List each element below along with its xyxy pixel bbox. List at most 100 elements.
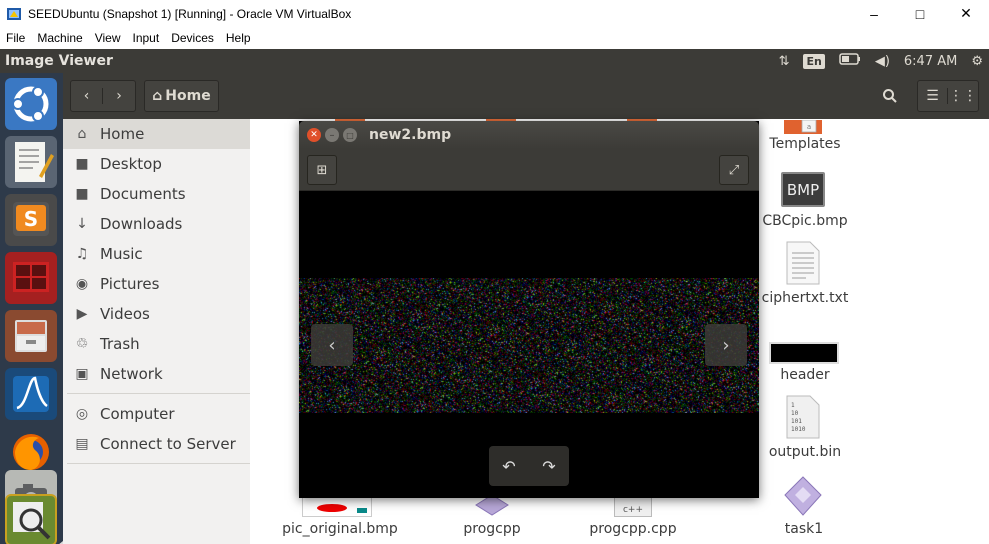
svg-text:1010: 1010: [791, 426, 806, 433]
sidebar-item-computer[interactable]: ◎ Computer: [63, 399, 250, 429]
gallery-toggle-icon[interactable]: ⊞: [307, 155, 337, 185]
battery-icon[interactable]: [839, 53, 861, 69]
maximize-button[interactable]: □: [897, 0, 943, 27]
forward-arrow-icon[interactable]: ›: [103, 88, 135, 104]
keyboard-layout-indicator[interactable]: En: [803, 53, 825, 69]
close-icon[interactable]: ✕: [307, 128, 321, 142]
home-icon: ⌂: [77, 126, 87, 142]
server-icon: ▤: [75, 436, 89, 452]
pic-original-thumbnail[interactable]: [302, 495, 372, 517]
image-viewer-titlebar: ✕ – □ new2.bmp: [299, 121, 759, 149]
close-window-button[interactable]: ✕: [943, 0, 989, 27]
virtualbox-app-icon: [6, 6, 22, 22]
sidebar-item-label: Trash: [100, 335, 140, 353]
rotate-left-icon[interactable]: ↶: [502, 457, 515, 476]
bmp-badge: BMP: [786, 180, 820, 199]
previous-image-button[interactable]: ‹: [311, 324, 353, 366]
folder-icon: ■: [75, 186, 89, 202]
menu-devices[interactable]: Devices: [165, 31, 220, 45]
grid-view-icon[interactable]: ⋮⋮: [948, 88, 978, 104]
fullscreen-icon[interactable]: ⤢: [719, 155, 749, 185]
sidebar-item-label: Downloads: [100, 215, 183, 233]
file-label-task1[interactable]: task1: [744, 521, 864, 537]
files-app-icon[interactable]: [5, 310, 57, 362]
sidebar-item-label: Home: [100, 125, 145, 143]
sidebar-item-pictures[interactable]: ◉ Pictures: [63, 269, 250, 299]
sidebar-item-label: Music: [100, 245, 143, 263]
network-arrows-icon[interactable]: ⇅: [779, 54, 790, 69]
file-label-output-bin[interactable]: output.bin: [750, 444, 860, 460]
file-label-progcpp[interactable]: progcpp: [432, 521, 552, 537]
sidebar-item-label: Documents: [100, 185, 186, 203]
sidebar-separator: [67, 393, 250, 394]
minimize-button[interactable]: –: [851, 0, 897, 27]
sidebar-item-label: Desktop: [100, 155, 162, 173]
sidebar-item-downloads[interactable]: ↓ Downloads: [63, 209, 250, 239]
executable-file-icon[interactable]: [472, 494, 512, 517]
image-viewer-launcher-icon[interactable]: [5, 494, 57, 544]
sublime-text-icon[interactable]: S: [5, 194, 57, 246]
file-label-templates[interactable]: Templates: [750, 136, 860, 152]
video-icon: ▶: [76, 306, 88, 322]
file-label-pic-original[interactable]: pic_original.bmp: [270, 521, 410, 537]
next-image-button[interactable]: ›: [705, 324, 747, 366]
sidebar-item-documents[interactable]: ■ Documents: [63, 179, 250, 209]
menu-help[interactable]: Help: [220, 31, 257, 45]
file-label-progcpp-cpp[interactable]: progcpp.cpp: [573, 521, 693, 537]
file-label-header[interactable]: header: [750, 367, 860, 383]
svg-text:a: a: [807, 123, 811, 131]
volume-icon[interactable]: ◀): [875, 54, 890, 69]
sidebar-item-network[interactable]: ▣ Network: [63, 359, 250, 389]
terminal-app-icon[interactable]: [5, 252, 57, 304]
cpp-file-icon[interactable]: c++: [614, 495, 652, 517]
wireshark-icon[interactable]: [5, 368, 57, 420]
download-icon: ↓: [76, 216, 88, 232]
guest-screen: Image Viewer ⇅ En ◀) 6:47 AM ⚙ S ‹ › ⌂ H…: [0, 49, 989, 544]
templates-folder-icon[interactable]: a: [780, 119, 826, 134]
path-home-button[interactable]: ⌂ Home: [144, 80, 219, 112]
ubuntu-dash-icon[interactable]: [5, 78, 57, 130]
sidebar-item-music[interactable]: ♫ Music: [63, 239, 250, 269]
clock[interactable]: 6:47 AM: [904, 54, 957, 69]
file-manager-toolbar: ‹ › ⌂ Home ☰ ⋮⋮: [63, 73, 989, 119]
menu-view[interactable]: View: [89, 31, 127, 45]
trash-icon: ♲: [75, 336, 89, 352]
bmp-file-icon[interactable]: BMP: [781, 172, 825, 207]
minimize-icon[interactable]: –: [325, 128, 339, 142]
file-label-cbcpic[interactable]: CBCpic.bmp: [750, 213, 860, 229]
sidebar-item-connect-to-server[interactable]: ▤ Connect to Server: [63, 429, 250, 459]
maximize-icon[interactable]: □: [343, 128, 357, 142]
text-file-icon[interactable]: [786, 241, 820, 285]
sidebar-item-label: Computer: [100, 405, 175, 423]
image-canvas[interactable]: ‹ › ↶ ↷: [299, 191, 759, 498]
view-toggle-group: ☰ ⋮⋮: [917, 80, 979, 112]
menu-file[interactable]: File: [0, 31, 31, 45]
sidebar-item-desktop[interactable]: ■ Desktop: [63, 149, 250, 179]
image-viewer-title: new2.bmp: [369, 127, 452, 143]
sidebar-separator: [67, 463, 250, 464]
menu-machine[interactable]: Machine: [31, 31, 88, 45]
places-sidebar: ⌂ Home ■ Desktop ■ Documents ↓ Downloads ♫ Mu…: [63, 119, 250, 544]
rotate-right-icon[interactable]: ↷: [542, 457, 555, 476]
sidebar-item-label: Pictures: [100, 275, 160, 293]
binary-file-icon[interactable]: 1 10 101 1010: [786, 395, 820, 439]
list-view-icon[interactable]: ☰: [918, 88, 949, 104]
launcher: S: [0, 73, 63, 544]
menu-input[interactable]: Input: [127, 31, 166, 45]
folder-icon: ■: [75, 156, 89, 172]
sidebar-item-trash[interactable]: ♲ Trash: [63, 329, 250, 359]
settings-gear-icon[interactable]: ⚙: [971, 54, 983, 69]
svg-text:101: 101: [791, 418, 802, 425]
svg-text:S: S: [24, 207, 38, 231]
header-thumbnail[interactable]: [769, 342, 839, 364]
sidebar-item-videos[interactable]: ▶ Videos: [63, 299, 250, 329]
sidebar-item-home[interactable]: ⌂ Home: [63, 119, 250, 149]
file-label-ciphertxt[interactable]: ciphertxt.txt: [750, 290, 860, 306]
text-editor-icon[interactable]: [5, 136, 57, 188]
back-arrow-icon[interactable]: ‹: [71, 88, 104, 104]
sidebar-item-label: Videos: [100, 305, 150, 323]
search-icon[interactable]: [874, 80, 906, 112]
task1-executable-icon[interactable]: [783, 475, 823, 517]
vbox-menubar: File Machine View Input Devices Help: [0, 27, 989, 49]
rotate-controls: ↶ ↷: [489, 446, 569, 486]
